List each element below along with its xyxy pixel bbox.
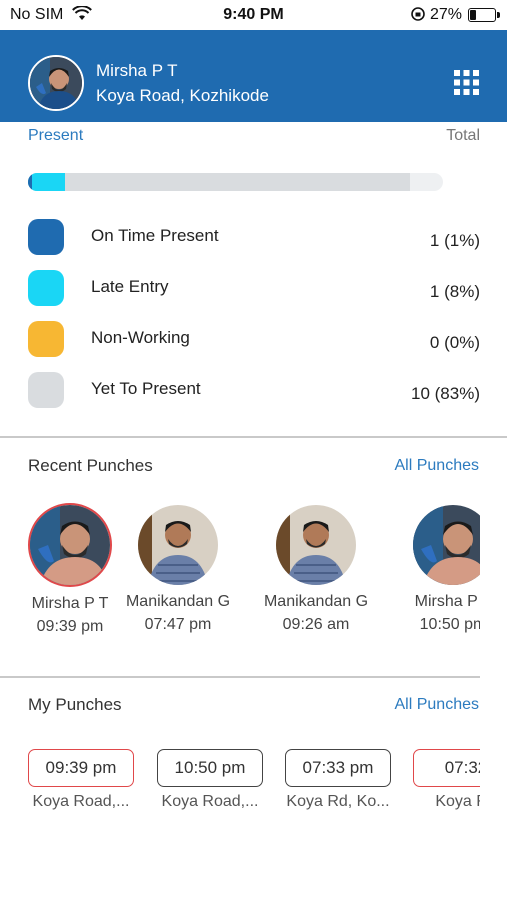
my-punch-item[interactable]: 07:33 pm Koya Rd, Ko... bbox=[273, 749, 403, 811]
punch-time-box: 10:50 pm bbox=[157, 749, 263, 787]
avatar bbox=[138, 505, 218, 585]
total-label: Total bbox=[446, 127, 480, 144]
attendance-progress-bar bbox=[28, 173, 443, 191]
punch-location: Koya Road,... bbox=[32, 793, 130, 810]
legend-label: Yet To Present bbox=[91, 379, 201, 398]
legend-swatch bbox=[28, 270, 64, 306]
legend-swatch bbox=[28, 219, 64, 255]
legend-label: Late Entry bbox=[91, 277, 169, 296]
recent-punch-item[interactable]: Manikandan G 07:47 pm bbox=[113, 503, 243, 634]
punch-location: Koya Road,... bbox=[161, 793, 259, 810]
legend-yet-to-present: Yet To Present 10 (83%) bbox=[28, 372, 480, 408]
legend-label: Non-Working bbox=[91, 328, 190, 347]
punch-time-box: 07:33 pm bbox=[285, 749, 391, 787]
legend-swatch bbox=[28, 321, 64, 357]
legend-value: 1 (1%) bbox=[429, 231, 480, 250]
user-location: Koya Road, Kozhikode bbox=[96, 86, 269, 105]
late-entry-fill bbox=[28, 173, 65, 191]
legend-value: 0 (0%) bbox=[429, 333, 480, 352]
yet-to-present-fill bbox=[28, 173, 410, 191]
recent-all-punches-link[interactable]: All Punches bbox=[395, 457, 480, 475]
recent-punches-title: Recent Punches bbox=[28, 456, 153, 475]
legend-value: 1 (8%) bbox=[429, 282, 480, 301]
my-punches-title: My Punches bbox=[28, 695, 122, 714]
avatar bbox=[276, 505, 356, 585]
my-punch-item[interactable]: 10:50 pm Koya Road,... bbox=[145, 749, 275, 811]
divider bbox=[0, 676, 507, 678]
grid-icon[interactable] bbox=[454, 70, 479, 95]
legend-late-entry: Late Entry 1 (8%) bbox=[28, 270, 480, 306]
recent-punch-item[interactable]: Manikandan G 09:26 am bbox=[251, 503, 381, 634]
profile-header: Mirsha P T Koya Road, Kozhikode bbox=[0, 30, 507, 122]
my-all-punches-link[interactable]: All Punches bbox=[395, 696, 480, 714]
divider bbox=[0, 436, 507, 438]
rotation-lock-icon bbox=[411, 7, 425, 21]
legend-on-time: On Time Present 1 (1%) bbox=[28, 219, 480, 255]
battery-percent: 27% bbox=[430, 6, 463, 23]
punch-time: 09:26 am bbox=[282, 616, 350, 633]
avatar[interactable] bbox=[28, 55, 84, 111]
user-name: Mirsha P T bbox=[96, 61, 178, 80]
scroll-clip bbox=[480, 480, 507, 840]
on-time-fill bbox=[28, 173, 32, 191]
punch-time: 07:47 pm bbox=[144, 616, 212, 633]
punch-location: Koya Rd, Ko... bbox=[286, 793, 390, 810]
punch-name: Manikandan G bbox=[263, 593, 369, 610]
avatar bbox=[28, 503, 112, 587]
present-label: Present bbox=[28, 127, 84, 144]
legend-label: On Time Present bbox=[91, 226, 219, 245]
punch-name: Manikandan G bbox=[125, 593, 231, 610]
battery-icon bbox=[468, 8, 500, 22]
punch-time-box: 09:39 pm bbox=[28, 749, 134, 787]
legend-value: 10 (83%) bbox=[411, 384, 480, 403]
status-bar: No SIM 9:40 PM 27% bbox=[0, 0, 507, 30]
legend-non-working: Non-Working 0 (0%) bbox=[28, 321, 480, 357]
my-punch-item[interactable]: 09:39 pm Koya Road,... bbox=[16, 749, 146, 811]
legend-swatch bbox=[28, 372, 64, 408]
